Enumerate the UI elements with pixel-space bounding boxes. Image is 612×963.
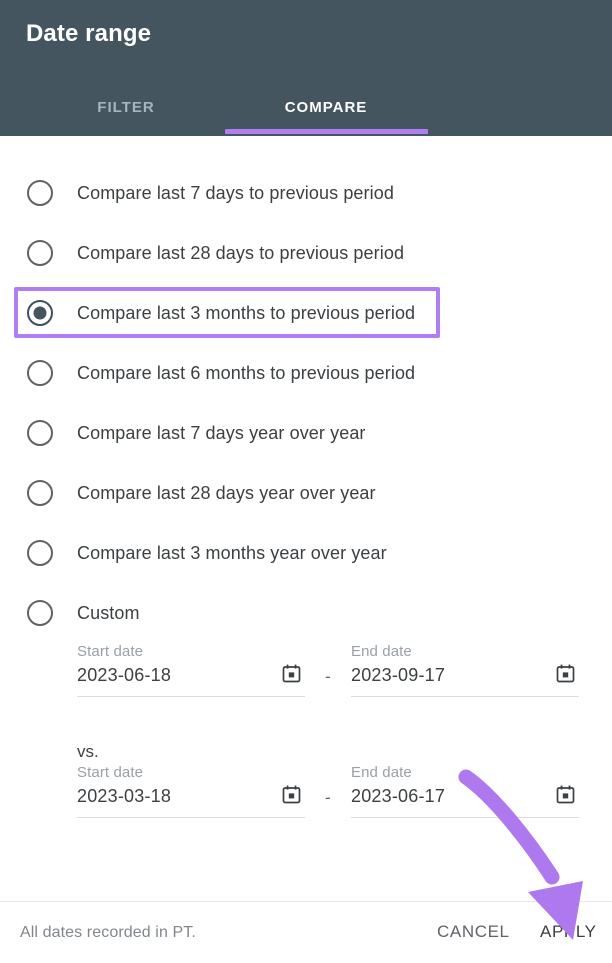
option-row-2[interactable]: Compare last 3 months to previous period (0, 283, 612, 343)
field-underline (351, 696, 579, 697)
dialog-header: Date range FILTER COMPARE (0, 0, 612, 136)
option-label-4: Compare last 7 days year over year (77, 422, 366, 443)
calendar-icon[interactable] (556, 785, 575, 804)
tab-filter[interactable]: FILTER (24, 85, 228, 130)
comparison-start-date-caption: Start date (77, 764, 144, 781)
option-label-0: Compare last 7 days to previous period (77, 182, 394, 203)
option-row-6[interactable]: Compare last 3 months year over year (0, 523, 612, 583)
radio-button-5[interactable] (27, 480, 53, 506)
comparison-range-separator: - (325, 788, 331, 807)
option-row-0[interactable]: Compare last 7 days to previous period (0, 163, 612, 223)
radio-button-0[interactable] (27, 180, 53, 206)
comparison-end-date-value: 2023-06-17 (351, 786, 446, 806)
primary-end-date-caption: End date (351, 643, 412, 660)
comparison-end-date-caption: End date (351, 764, 412, 781)
primary-range-separator: - (325, 667, 331, 686)
date-range-dialog: Date range FILTER COMPARE Compare last 7… (0, 0, 612, 963)
radio-button-1[interactable] (27, 240, 53, 266)
comparison-start-date-value: 2023-03-18 (77, 786, 172, 806)
field-underline (351, 817, 579, 818)
radio-button-custom[interactable] (27, 600, 53, 626)
primary-end-date-value: 2023-09-17 (351, 665, 446, 685)
page-title: Date range (26, 20, 152, 47)
calendar-icon[interactable] (282, 664, 301, 683)
vs-label: vs. (77, 742, 99, 761)
option-label-custom: Custom (77, 602, 140, 623)
field-underline (77, 696, 305, 697)
active-tab-indicator (225, 129, 428, 134)
option-label-6: Compare last 3 months year over year (77, 542, 387, 563)
option-row-5[interactable]: Compare last 28 days year over year (0, 463, 612, 523)
arrow-annotation (440, 755, 612, 940)
tab-bar: FILTER COMPARE (0, 85, 612, 136)
calendar-icon[interactable] (282, 785, 301, 804)
radio-button-3[interactable] (27, 360, 53, 386)
field-underline (77, 817, 305, 818)
cancel-button[interactable]: CANCEL (437, 922, 510, 942)
option-row-3[interactable]: Compare last 6 months to previous period (0, 343, 612, 403)
option-label-5: Compare last 28 days year over year (77, 482, 376, 503)
option-row-4[interactable]: Compare last 7 days year over year (0, 403, 612, 463)
radio-button-2[interactable] (27, 300, 53, 326)
option-label-2: Compare last 3 months to previous period (77, 302, 416, 323)
option-row-1[interactable]: Compare last 28 days to previous period (0, 223, 612, 283)
primary-start-date-value: 2023-06-18 (77, 665, 172, 685)
radio-button-4[interactable] (27, 420, 53, 446)
radio-button-6[interactable] (27, 540, 53, 566)
footer-note: All dates recorded in PT. (20, 924, 196, 941)
option-label-1: Compare last 28 days to previous period (77, 242, 405, 263)
apply-button[interactable]: APPLY (540, 922, 597, 942)
primary-start-date-caption: Start date (77, 643, 144, 660)
tab-compare[interactable]: COMPARE (224, 85, 428, 130)
footer-divider (0, 901, 612, 902)
option-row-custom[interactable]: Custom (0, 583, 612, 643)
calendar-icon[interactable] (556, 664, 575, 683)
option-label-3: Compare last 6 months to previous period (77, 362, 416, 383)
